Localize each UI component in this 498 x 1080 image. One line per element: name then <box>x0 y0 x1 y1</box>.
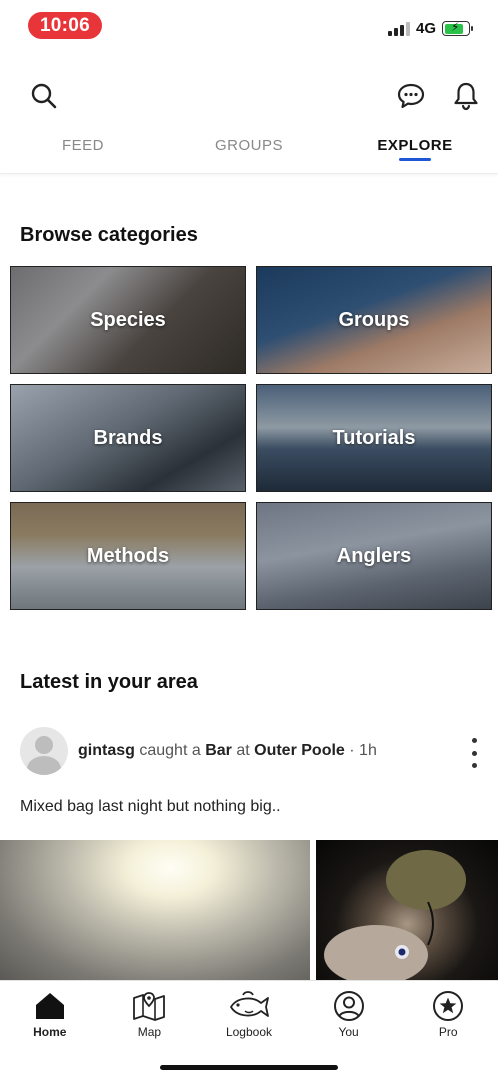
category-label: Brands <box>93 426 163 449</box>
post-caption: Mixed bag last night but nothing big.. <box>20 798 281 815</box>
category-label: Anglers <box>336 544 412 567</box>
nav-home[interactable]: Home <box>0 989 100 1045</box>
category-methods[interactable]: Methods <box>10 502 246 610</box>
post-photo-1[interactable] <box>0 840 310 980</box>
signal-icon <box>387 21 410 36</box>
post-verb-at: at <box>236 742 250 759</box>
charging-bolt-icon: ⚡ <box>451 20 460 34</box>
battery-icon: ⚡ <box>442 20 473 36</box>
top-toolbar <box>0 76 498 116</box>
bottom-nav: Home Map Logbook You Pro <box>0 980 498 1080</box>
status-bar: 10:06 4G ⚡ <box>0 0 498 54</box>
nav-label: Logbook <box>225 1025 272 1039</box>
post-photo-2[interactable] <box>316 840 498 980</box>
network-label: 4G <box>415 20 436 37</box>
nav-pro[interactable]: Pro <box>398 989 498 1045</box>
nav-label: You <box>338 1025 359 1039</box>
fish-photo-shape <box>324 850 466 980</box>
bell-icon[interactable] <box>446 76 486 116</box>
feed-tabs: FEED GROUPS EXPLORE <box>0 130 498 174</box>
profile-icon <box>333 989 365 1023</box>
post-username[interactable]: gintasg <box>78 742 135 759</box>
nav-label: Home <box>33 1025 67 1039</box>
star-pro-icon <box>432 989 464 1023</box>
more-options-icon[interactable] <box>468 738 480 768</box>
post-header: gintasg caught a Bar at Outer Poole · 1h <box>20 726 480 776</box>
fish-logbook-icon <box>227 989 271 1023</box>
home-icon <box>34 989 66 1023</box>
avatar[interactable] <box>20 727 68 775</box>
tab-groups[interactable]: GROUPS <box>166 130 332 173</box>
tab-feed[interactable]: FEED <box>0 130 166 173</box>
post-species[interactable]: Bar <box>205 742 232 759</box>
category-grid: Species Groups Brands Tutorials Methods … <box>10 266 492 610</box>
category-species[interactable]: Species <box>10 266 246 374</box>
category-label: Tutorials <box>332 426 416 449</box>
status-indicators: 4G ⚡ <box>387 20 473 37</box>
category-label: Methods <box>86 544 170 567</box>
home-indicator <box>160 1065 338 1070</box>
nav-map[interactable]: Map <box>100 989 200 1045</box>
nav-label: Map <box>137 1025 162 1039</box>
category-tutorials[interactable]: Tutorials <box>256 384 492 492</box>
map-icon <box>132 989 166 1023</box>
chat-icon[interactable] <box>391 76 431 116</box>
tab-explore[interactable]: EXPLORE <box>332 130 498 173</box>
category-anglers[interactable]: Anglers <box>256 502 492 610</box>
category-label: Species <box>90 308 166 331</box>
category-label: Groups <box>338 308 410 331</box>
post-summary: gintasg caught a Bar at Outer Poole · 1h <box>78 742 377 760</box>
nav-you[interactable]: You <box>299 989 399 1045</box>
nav-label: Pro <box>438 1025 458 1039</box>
post-verb: caught a <box>139 742 201 759</box>
post-time: 1h <box>359 742 377 759</box>
status-time: 10:06 <box>28 12 102 39</box>
post-location[interactable]: Outer Poole <box>254 742 345 759</box>
search-icon[interactable] <box>24 76 64 116</box>
nav-logbook[interactable]: Logbook <box>199 989 299 1045</box>
category-groups[interactable]: Groups <box>256 266 492 374</box>
latest-title: Latest in your area <box>20 671 198 693</box>
post-separator: · <box>349 742 355 759</box>
browse-categories-title: Browse categories <box>20 224 198 246</box>
category-brands[interactable]: Brands <box>10 384 246 492</box>
